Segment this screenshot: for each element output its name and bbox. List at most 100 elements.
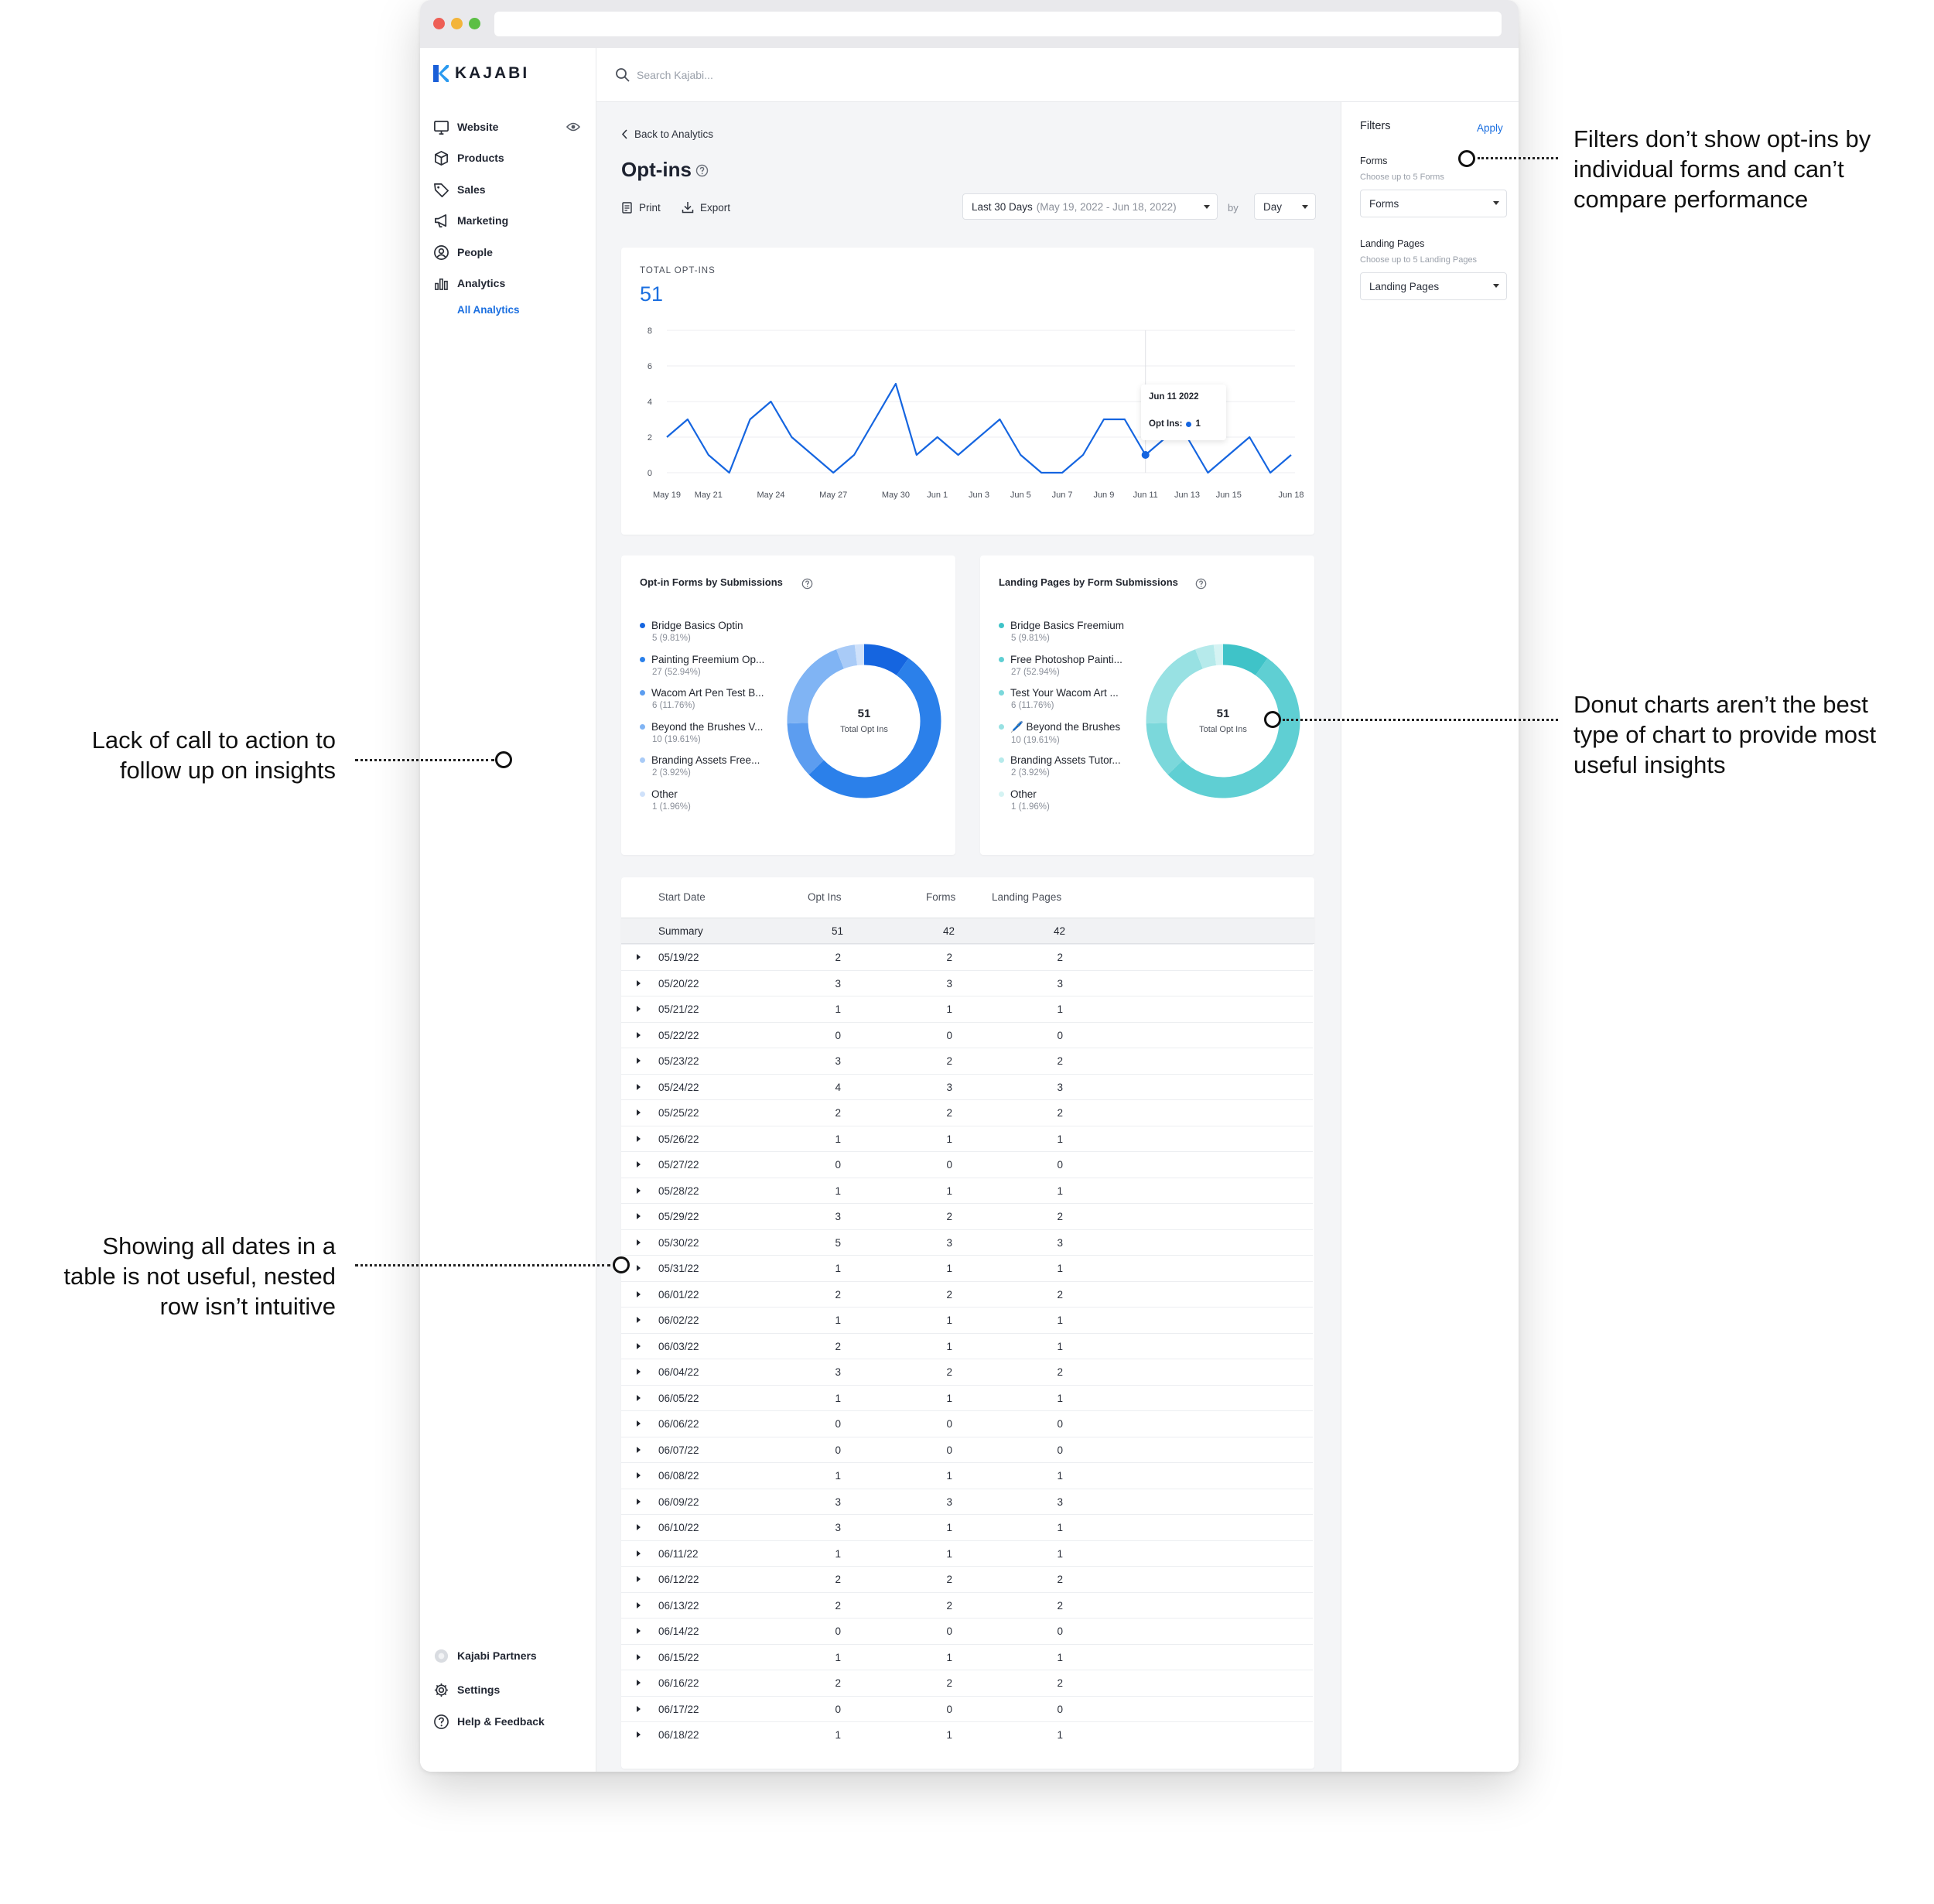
- table-row[interactable]: 05/22/22 0 0 0: [621, 1021, 1313, 1048]
- expand-row-icon[interactable]: [637, 1109, 641, 1116]
- expand-row-icon[interactable]: [637, 1680, 641, 1686]
- expand-row-icon[interactable]: [637, 1576, 641, 1582]
- legend-item[interactable]: Other 1 (1.96%): [640, 788, 691, 812]
- back-to-analytics-link[interactable]: Back to Analytics: [621, 128, 713, 140]
- table-row[interactable]: 05/24/22 4 3 3: [621, 1073, 1313, 1099]
- sidebar-item-analytics[interactable]: Analytics: [433, 273, 505, 293]
- expand-row-icon[interactable]: [637, 1420, 641, 1427]
- expand-row-icon[interactable]: [637, 1265, 641, 1271]
- expand-row-icon[interactable]: [637, 1446, 641, 1453]
- table-row[interactable]: 06/08/22 1 1 1: [621, 1462, 1313, 1488]
- expand-row-icon[interactable]: [637, 1705, 641, 1712]
- table-row[interactable]: 06/12/22 2 2 2: [621, 1566, 1313, 1591]
- donut-slice[interactable]: [863, 644, 909, 676]
- sidebar-item-website[interactable]: Website: [433, 117, 498, 137]
- donut-slice[interactable]: [1222, 644, 1268, 676]
- expand-row-icon[interactable]: [637, 1083, 641, 1090]
- sidebar-item-sales[interactable]: Sales: [433, 179, 486, 200]
- table-row[interactable]: 06/05/22 1 1 1: [621, 1384, 1313, 1410]
- header-forms[interactable]: Forms: [926, 891, 955, 903]
- legend-item[interactable]: Branding Assets Tutor... 2 (3.92%): [999, 754, 1121, 778]
- table-row[interactable]: 06/03/22 2 1 1: [621, 1332, 1313, 1359]
- expand-row-icon[interactable]: [637, 1394, 641, 1401]
- table-row[interactable]: 06/13/22 2 2 2: [621, 1591, 1313, 1618]
- maximize-window-button[interactable]: [469, 18, 480, 29]
- table-row[interactable]: 05/30/22 5 3 3: [621, 1229, 1313, 1255]
- address-bar[interactable]: [494, 12, 1502, 36]
- expand-row-icon[interactable]: [637, 1472, 641, 1478]
- table-row[interactable]: 06/01/22 2 2 2: [621, 1280, 1313, 1307]
- help-circle-icon[interactable]: [1195, 578, 1207, 590]
- expand-row-icon[interactable]: [637, 1550, 641, 1557]
- table-row[interactable]: 06/15/22 1 1 1: [621, 1643, 1313, 1670]
- expand-row-icon[interactable]: [637, 1187, 641, 1194]
- legend-item[interactable]: 🖊️ Beyond the Brushes 10 (19.61%): [999, 721, 1120, 745]
- help-circle-icon[interactable]: [695, 164, 709, 177]
- table-row[interactable]: 05/29/22 3 2 2: [621, 1203, 1313, 1229]
- sidebar-item-marketing[interactable]: Marketing: [433, 210, 508, 231]
- minimize-window-button[interactable]: [451, 18, 463, 29]
- legend-item[interactable]: Other 1 (1.96%): [999, 788, 1050, 812]
- print-button[interactable]: Print: [621, 201, 661, 214]
- table-row[interactable]: 06/07/22 0 0 0: [621, 1436, 1313, 1462]
- expand-row-icon[interactable]: [637, 979, 641, 986]
- header-start-date[interactable]: Start Date: [658, 891, 706, 903]
- sidebar-item-all-analytics[interactable]: All Analytics: [457, 304, 520, 316]
- help-circle-icon[interactable]: [801, 578, 813, 590]
- table-row[interactable]: 05/31/22 1 1 1: [621, 1255, 1313, 1280]
- table-row[interactable]: 05/26/22 1 1 1: [621, 1125, 1313, 1151]
- table-row[interactable]: 05/25/22 2 2 2: [621, 1099, 1313, 1125]
- sidebar-item-help[interactable]: Help & Feedback: [433, 1711, 545, 1731]
- table-row[interactable]: 05/28/22 1 1 1: [621, 1177, 1313, 1203]
- legend-item[interactable]: Bridge Basics Optin 5 (9.81%): [640, 620, 743, 643]
- table-row[interactable]: 05/21/22 1 1 1: [621, 996, 1313, 1021]
- header-landing-pages[interactable]: Landing Pages: [992, 891, 1061, 903]
- expand-row-icon[interactable]: [637, 1290, 641, 1297]
- expand-row-icon[interactable]: [637, 1031, 641, 1038]
- table-row[interactable]: 06/18/22 1 1 1: [621, 1721, 1313, 1747]
- table-row[interactable]: 06/11/22 1 1 1: [621, 1540, 1313, 1566]
- legend-item[interactable]: Wacom Art Pen Test B... 6 (11.76%): [640, 687, 764, 710]
- legend-item[interactable]: Test Your Wacom Art ... 6 (11.76%): [999, 687, 1119, 710]
- expand-row-icon[interactable]: [637, 1342, 641, 1349]
- sidebar-item-people[interactable]: People: [433, 242, 493, 262]
- legend-item[interactable]: Bridge Basics Freemium 5 (9.81%): [999, 620, 1124, 643]
- sidebar-item-settings[interactable]: Settings: [433, 1680, 500, 1700]
- sidebar-item-kajabi-partners[interactable]: Kajabi Partners: [433, 1646, 537, 1666]
- export-button[interactable]: Export: [682, 201, 730, 214]
- table-row[interactable]: 06/10/22 3 1 1: [621, 1514, 1313, 1540]
- sidebar-item-products[interactable]: Products: [433, 148, 504, 168]
- close-window-button[interactable]: [433, 18, 445, 29]
- expand-row-icon[interactable]: [637, 1058, 641, 1064]
- header-opt-ins[interactable]: Opt Ins: [808, 891, 842, 903]
- expand-row-icon[interactable]: [637, 1731, 641, 1738]
- table-row[interactable]: 05/20/22 3 3 3: [621, 969, 1313, 996]
- legend-item[interactable]: Branding Assets Free... 2 (3.92%): [640, 754, 760, 778]
- table-row[interactable]: 05/19/22 2 2 2: [621, 944, 1313, 969]
- expand-row-icon[interactable]: [637, 1006, 641, 1012]
- apply-button[interactable]: Apply: [1477, 122, 1503, 134]
- legend-item[interactable]: Free Photoshop Painti... 27 (52.94%): [999, 654, 1122, 677]
- expand-row-icon[interactable]: [637, 1135, 641, 1142]
- table-row[interactable]: 06/09/22 3 3 3: [621, 1488, 1313, 1514]
- eye-icon[interactable]: [566, 122, 580, 132]
- legend-item[interactable]: Beyond the Brushes V... 10 (19.61%): [640, 721, 763, 744]
- hover-point[interactable]: [1141, 451, 1150, 459]
- legend-item[interactable]: Painting Freemium Op... 27 (52.94%): [640, 654, 764, 677]
- search-input[interactable]: [637, 65, 946, 85]
- table-row[interactable]: 06/06/22 0 0 0: [621, 1410, 1313, 1436]
- expand-row-icon[interactable]: [637, 1628, 641, 1634]
- table-row[interactable]: 06/04/22 3 2 2: [621, 1359, 1313, 1384]
- kajabi-logo[interactable]: KAJABI: [433, 63, 529, 84]
- expand-row-icon[interactable]: [637, 1317, 641, 1323]
- expand-row-icon[interactable]: [637, 1369, 641, 1375]
- expand-row-icon[interactable]: [637, 1653, 641, 1660]
- date-range-dropdown[interactable]: Last 30 Days (May 19, 2022 - Jun 18, 202…: [962, 193, 1218, 220]
- table-row[interactable]: 05/27/22 0 0 0: [621, 1151, 1313, 1177]
- expand-row-icon[interactable]: [637, 1161, 641, 1167]
- table-row[interactable]: 06/14/22 0 0 0: [621, 1618, 1313, 1643]
- table-row[interactable]: 06/17/22 0 0 0: [621, 1695, 1313, 1721]
- lp-filter-dropdown[interactable]: Landing Pages: [1360, 272, 1507, 300]
- table-row[interactable]: 06/02/22 1 1 1: [621, 1307, 1313, 1332]
- expand-row-icon[interactable]: [637, 1213, 641, 1219]
